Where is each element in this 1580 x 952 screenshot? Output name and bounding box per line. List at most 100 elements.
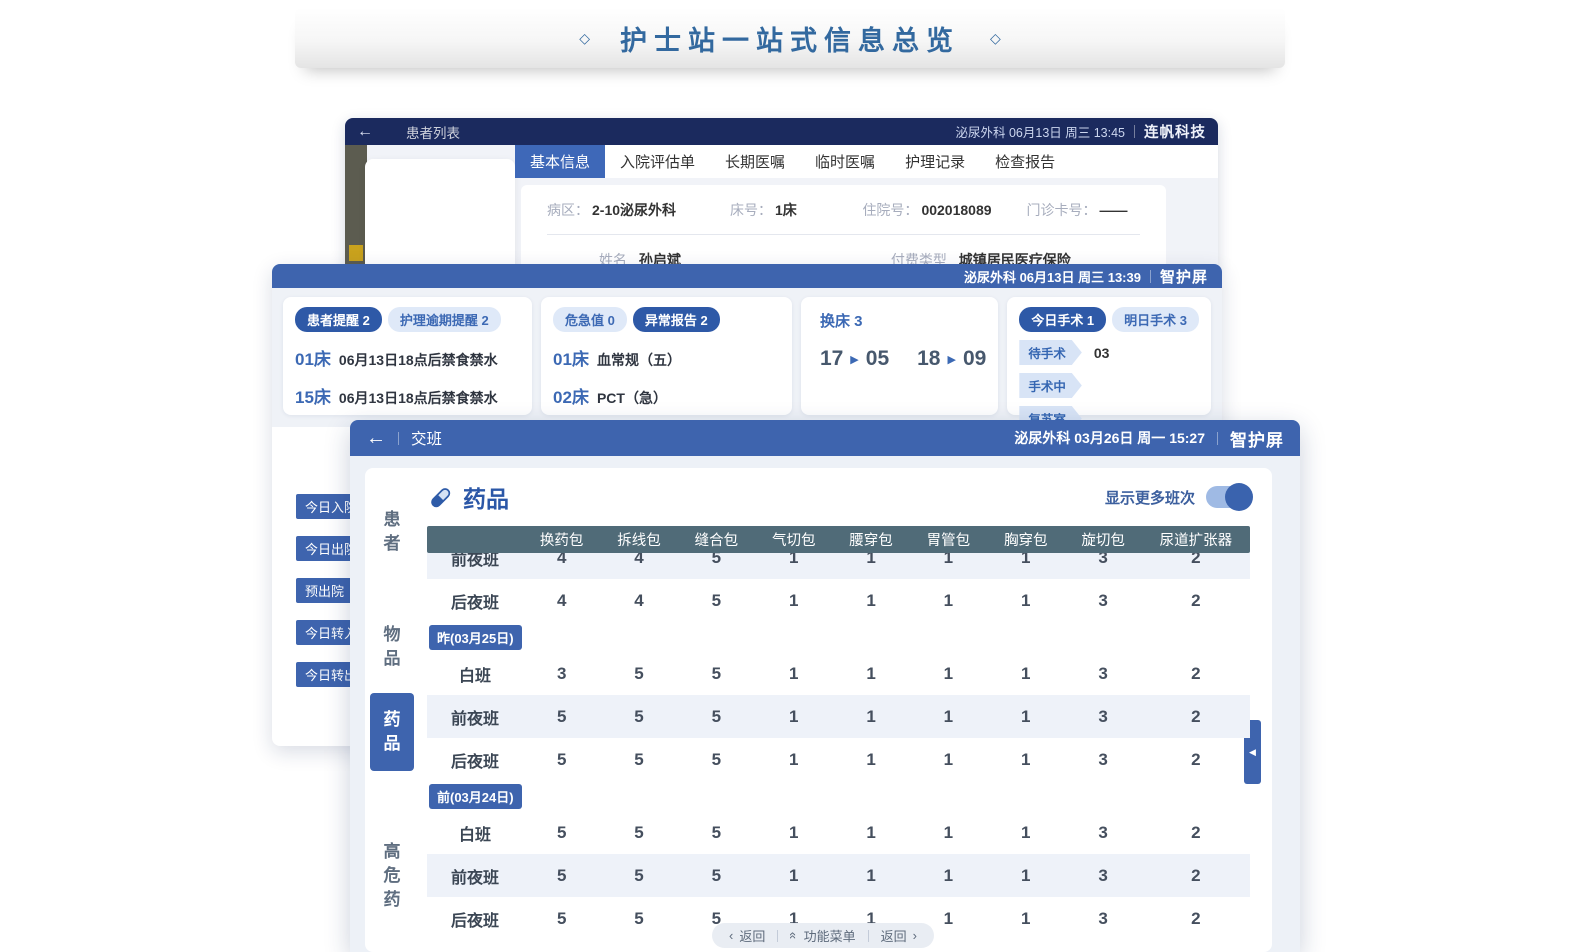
bed-change-pair: 17▶05 [820,347,889,371]
dashboard-cards: 患者提醒 2护理逾期提醒 2 01床06月13日18点后禁食禁水 15床 06月13… [272,288,1222,427]
bed-change-pair: 18▶09 [917,347,986,371]
medicine-table-body: 前夜班445111132后夜班445111132昨(03月25日)白班35511… [427,536,1250,940]
shift-label: 前夜班 [427,864,523,888]
sidebar-tab-item[interactable]: 物品 [370,623,414,671]
tab-char: 品 [384,647,401,671]
count-cell: 1 [832,866,909,886]
reminder-pill[interactable]: 患者提醒 2 [295,307,382,332]
medicine-table-header: 换药包拆线包缝合包气切包腰穿包胃管包胸穿包旋切包尿道扩张器 [427,526,1250,553]
count-cell: 1 [910,707,987,727]
surgery-status-tag: 待手术 [1019,340,1082,365]
back-arrow-icon[interactable]: ← [357,123,373,141]
count-cell: 3 [1064,707,1141,727]
tab-item[interactable]: 基本信息 [515,145,605,178]
patient-field: 门诊卡号：—— [1026,200,1140,220]
shift-row: 前夜班555111132 [427,695,1250,738]
count-cell: 1 [755,707,832,727]
header-divider [1134,125,1135,138]
dept-datetime: 泌尿外科 06月13日 周三 13:45 [955,122,1125,141]
count-cell: 1 [910,664,987,684]
count-cell: 5 [600,909,677,929]
count-cell: 1 [832,750,909,770]
shift-label: 后夜班 [427,907,523,931]
count-cell: 3 [1064,591,1141,611]
count-cell: 3 [1064,909,1141,929]
tab-item[interactable]: 临时医嘱 [800,145,890,178]
count-cell: 5 [600,664,677,684]
field-label: 床号： [730,200,772,220]
count-cell: 5 [678,750,755,770]
dept-datetime: 泌尿外科 06月13日 周三 13:39 [964,267,1141,286]
column-header: 胸穿包 [987,529,1064,550]
bottom-nav-bar: ‹ 返回 « 功能菜单 返回 › [712,923,934,948]
handover-panel: 患者物品药品高危药 药品 显示更多班次 [365,468,1272,952]
double-chevron-up-icon: « [786,932,801,939]
count-cell: 2 [1142,750,1250,770]
show-more-shifts-label: 显示更多班次 [1105,487,1195,508]
nav-back-right[interactable]: 返回 › [881,926,917,945]
tab-item[interactable]: 入院评估单 [605,145,710,178]
tab-char: 药 [384,888,401,912]
surgery-pill[interactable]: 今日手术 1 [1019,307,1106,332]
nurse-station-overview-screen: ◇ 护士站一站式信息总览 ◇ ← 患者列表 泌尿外科 06月13日 周三 13:… [0,0,1580,952]
surgery-pill[interactable]: 明日手术 3 [1112,307,1199,332]
right-diamond-icon: ◇ [990,30,1001,47]
report-card: 危急值 0异常报告 2 01床血常规（五）02床PCT（急） [541,297,792,415]
back-arrow-icon[interactable]: ← [366,427,386,450]
shift-label: 前夜班 [427,705,523,729]
report-pills: 危急值 0异常报告 2 [553,307,780,332]
reminder-items: 01床06月13日18点后禁食禁水 15床 06月13日18点后禁食禁水 [295,345,520,408]
sidebar-tab-item[interactable]: 患者 [370,508,414,556]
left-diamond-icon: ◇ [579,30,590,47]
surgery-card: 今日手术 1明日手术 3 待手术03手术中复苏室 [1007,297,1211,415]
count-cell: 3 [1064,866,1141,886]
medicine-section-title: 药品 [463,480,509,514]
page-banner: ◇ 护士站一站式信息总览 ◇ [295,8,1285,68]
to-bed: 05 [866,347,889,371]
bed-number: 01床 [553,345,589,370]
count-cell: 1 [755,664,832,684]
item-text: 06月13日18点后禁食禁水 [339,388,498,408]
tab-item[interactable]: 检查报告 [980,145,1070,178]
count-cell: 2 [1142,664,1250,684]
count-cell: 5 [678,664,755,684]
count-cell: 1 [832,664,909,684]
count-cell: 1 [755,866,832,886]
count-cell: 3 [1064,664,1141,684]
count-cell: 1 [755,591,832,611]
bed-number: 15床 [295,383,331,408]
reminder-item: 01床06月13日18点后禁食禁水 [295,345,520,370]
nav-back-left[interactable]: ‹ 返回 [729,926,765,945]
count-cell: 2 [1142,866,1250,886]
field-value: 1床 [775,200,797,220]
sidebar-tab-active[interactable]: 药品 [370,693,414,771]
column-header: 气切包 [755,529,832,550]
tab-char: 患 [384,508,401,532]
medicine-section-header: 药品 显示更多班次 [427,468,1250,526]
shift-label: 白班 [427,662,523,686]
show-more-shifts-toggle[interactable] [1206,486,1250,508]
reminder-pill[interactable]: 护理逾期提醒 2 [388,307,501,332]
tab-char: 药 [384,708,401,732]
count-cell: 1 [987,707,1064,727]
count-cell: 1 [755,823,832,843]
surgery-status-tag: 手术中 [1019,373,1082,398]
patient-detail-window: ← 患者列表 泌尿外科 06月13日 周三 13:45 连帆科技 基本信息入院评… [345,118,1218,270]
tab-item[interactable]: 护理记录 [890,145,980,178]
tab-char: 高 [384,840,401,864]
count-cell: 1 [910,866,987,886]
arrow-right-icon: ▶ [850,353,858,366]
report-pill[interactable]: 危急值 0 [553,307,627,332]
report-pill[interactable]: 异常报告 2 [633,307,720,332]
nav-function-menu[interactable]: « 功能菜单 [790,926,855,945]
count-cell: 1 [910,750,987,770]
report-item: 02床PCT（急） [553,383,780,408]
dashboard-titlebar: 泌尿外科 06月13日 周三 13:39 智护屏 [272,264,1222,288]
shift-label: 白班 [427,821,523,845]
sidebar-tab-item[interactable]: 高危药 [370,840,414,912]
chevron-right-icon: › [913,928,917,943]
field-label: 住院号： [862,200,918,220]
column-header: 腰穿包 [832,529,909,550]
tab-item[interactable]: 长期医嘱 [710,145,800,178]
count-cell: 2 [1142,707,1250,727]
